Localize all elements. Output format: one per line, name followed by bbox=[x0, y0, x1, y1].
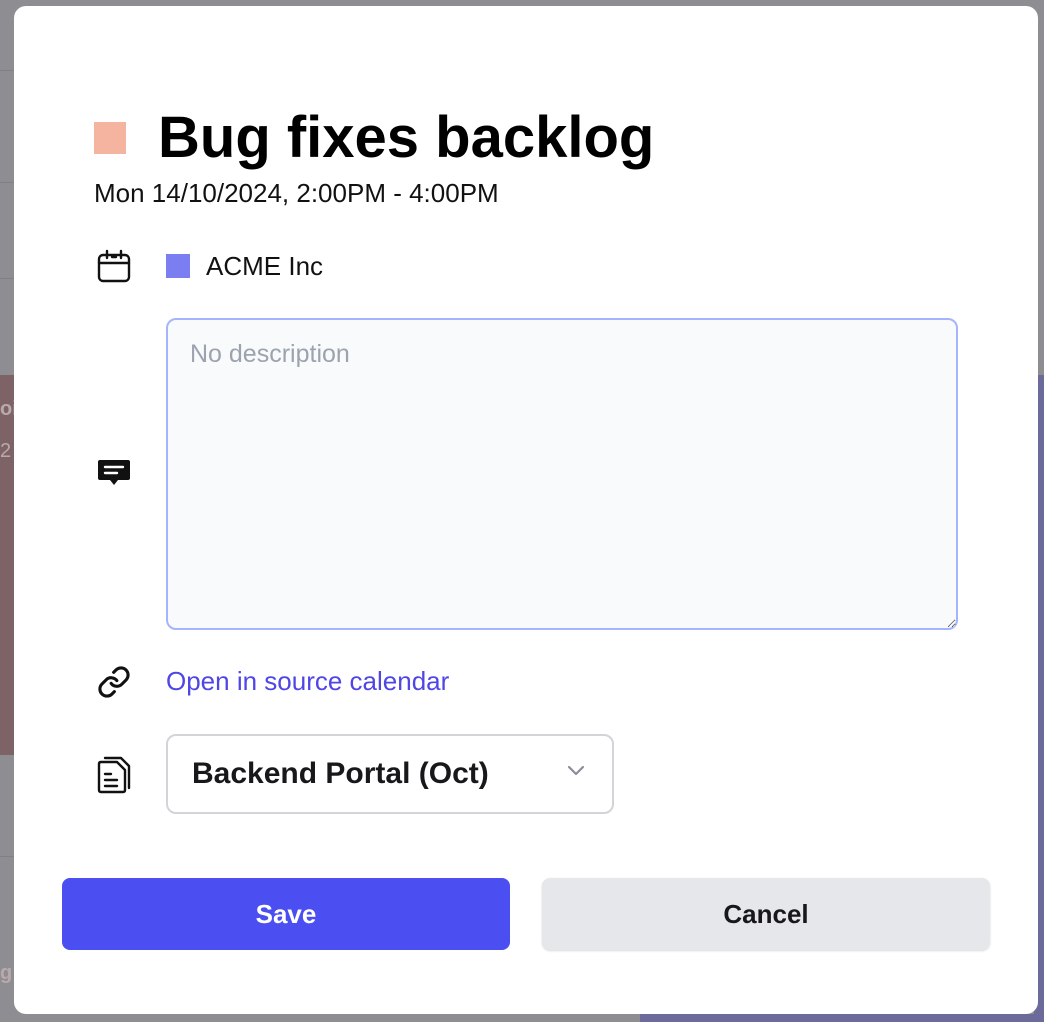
save-button[interactable]: Save bbox=[62, 878, 510, 950]
project-select[interactable]: Backend Portal (Oct) bbox=[166, 734, 614, 814]
event-title: Bug fixes backlog bbox=[158, 105, 655, 170]
document-icon bbox=[94, 754, 134, 794]
event-color-swatch bbox=[94, 122, 126, 154]
bg-divider bbox=[0, 70, 14, 71]
bg-divider bbox=[0, 278, 14, 279]
cancel-button[interactable]: Cancel bbox=[542, 878, 990, 950]
description-textarea[interactable] bbox=[166, 318, 958, 630]
bg-divider bbox=[0, 856, 14, 857]
open-source-calendar-link[interactable]: Open in source calendar bbox=[166, 666, 449, 697]
chevron-down-icon bbox=[564, 758, 588, 782]
event-detail-modal: Bug fixes backlog Mon 14/10/2024, 2:00PM… bbox=[14, 6, 1038, 1014]
event-time-range: Mon 14/10/2024, 2:00PM - 4:00PM bbox=[94, 178, 499, 208]
calendar-name: ACME Inc bbox=[206, 250, 324, 281]
calendar-color-swatch bbox=[166, 254, 190, 278]
bg-divider bbox=[0, 182, 14, 183]
project-select-value: Backend Portal (Oct) bbox=[192, 757, 489, 790]
title-row: Bug fixes backlog bbox=[94, 106, 654, 170]
bg-event-block bbox=[640, 1014, 1044, 1022]
calendar-row: ACME Inc bbox=[166, 250, 324, 281]
calendar-icon bbox=[94, 246, 134, 286]
comment-icon bbox=[94, 454, 134, 494]
link-icon bbox=[94, 662, 134, 702]
